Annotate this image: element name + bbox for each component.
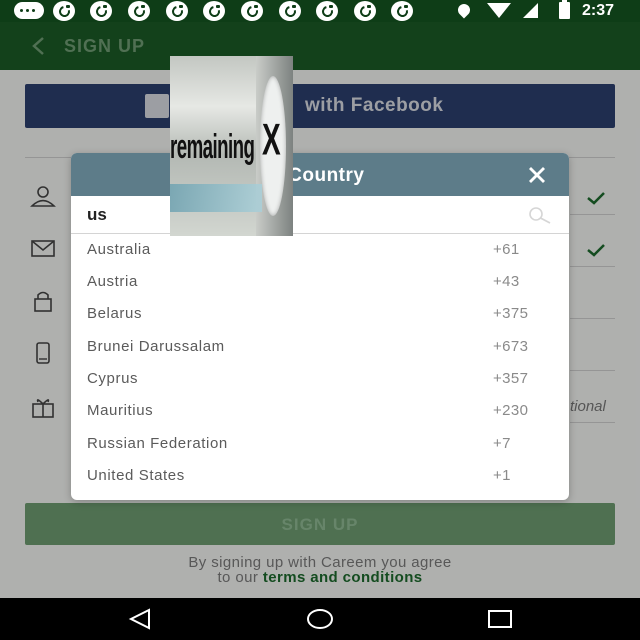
country-dial-code: +1: [493, 467, 511, 484]
music-icon: [90, 1, 112, 21]
country-picker-dialog: t Country Australia +61 Austria +43 Bela…: [71, 153, 569, 500]
status-bar: 2:37: [0, 0, 640, 22]
wifi-icon: [487, 3, 511, 18]
battery-charging-icon: [559, 0, 570, 19]
search-icon[interactable]: [525, 205, 553, 225]
location-icon: [455, 1, 473, 19]
country-name: Cyprus: [87, 370, 139, 387]
country-dial-code: +357: [493, 370, 529, 387]
country-dial-code: +673: [493, 338, 529, 355]
music-icon: [316, 1, 338, 21]
recents-icon[interactable]: [487, 609, 513, 629]
country-name: Australia: [87, 241, 151, 258]
list-item[interactable]: Australia +61: [71, 234, 569, 266]
country-search-row: [71, 196, 569, 234]
country-dial-code: +230: [493, 402, 529, 419]
country-name: Brunei Darussalam: [87, 338, 225, 355]
country-name: Austria: [87, 273, 138, 290]
music-icon: [203, 1, 225, 21]
list-item[interactable]: Cyprus +357: [71, 363, 569, 395]
list-item[interactable]: Austria +43: [71, 266, 569, 298]
dialog-title: t Country: [275, 165, 365, 186]
country-search-input[interactable]: [87, 203, 507, 227]
music-icon: [241, 1, 263, 21]
signal-icon: [523, 3, 538, 18]
ad-close-button[interactable]: X: [260, 76, 286, 216]
music-icon: [391, 1, 413, 21]
list-item[interactable]: United States +1: [71, 460, 569, 492]
country-name: United States: [87, 467, 185, 484]
navigation-bar: [0, 598, 640, 640]
ad-close-icon: X: [262, 114, 281, 164]
country-dial-code: +43: [493, 273, 520, 290]
country-list: Australia +61 Austria +43 Belarus +375 B…: [71, 234, 569, 500]
close-icon[interactable]: [527, 165, 547, 185]
more-notifications-icon: [14, 2, 44, 19]
list-item[interactable]: Brunei Darussalam +673: [71, 331, 569, 363]
back-icon[interactable]: [128, 608, 152, 630]
country-name: Mauritius: [87, 402, 154, 419]
home-icon[interactable]: [306, 607, 334, 631]
list-item[interactable]: Mauritius +230: [71, 395, 569, 427]
music-icon: [53, 1, 75, 21]
list-item[interactable]: Russian Federation +7: [71, 428, 569, 460]
music-icon: [128, 1, 150, 21]
status-time: 2:37: [582, 2, 615, 19]
music-icon: [166, 1, 188, 21]
music-icon: [279, 1, 301, 21]
dialog-header: t Country: [71, 153, 569, 196]
country-dial-code: +7: [493, 435, 511, 452]
ad-background-shape: [170, 184, 262, 212]
list-item[interactable]: Belarus +375: [71, 298, 569, 330]
country-dial-code: +61: [493, 241, 520, 258]
ad-remaining-text: remaining: [170, 128, 255, 166]
country-dial-code: +375: [493, 305, 529, 322]
music-icon: [354, 1, 376, 21]
ad-overlay[interactable]: remaining X: [170, 56, 293, 236]
country-name: Belarus: [87, 305, 143, 322]
country-name: Russian Federation: [87, 435, 228, 452]
